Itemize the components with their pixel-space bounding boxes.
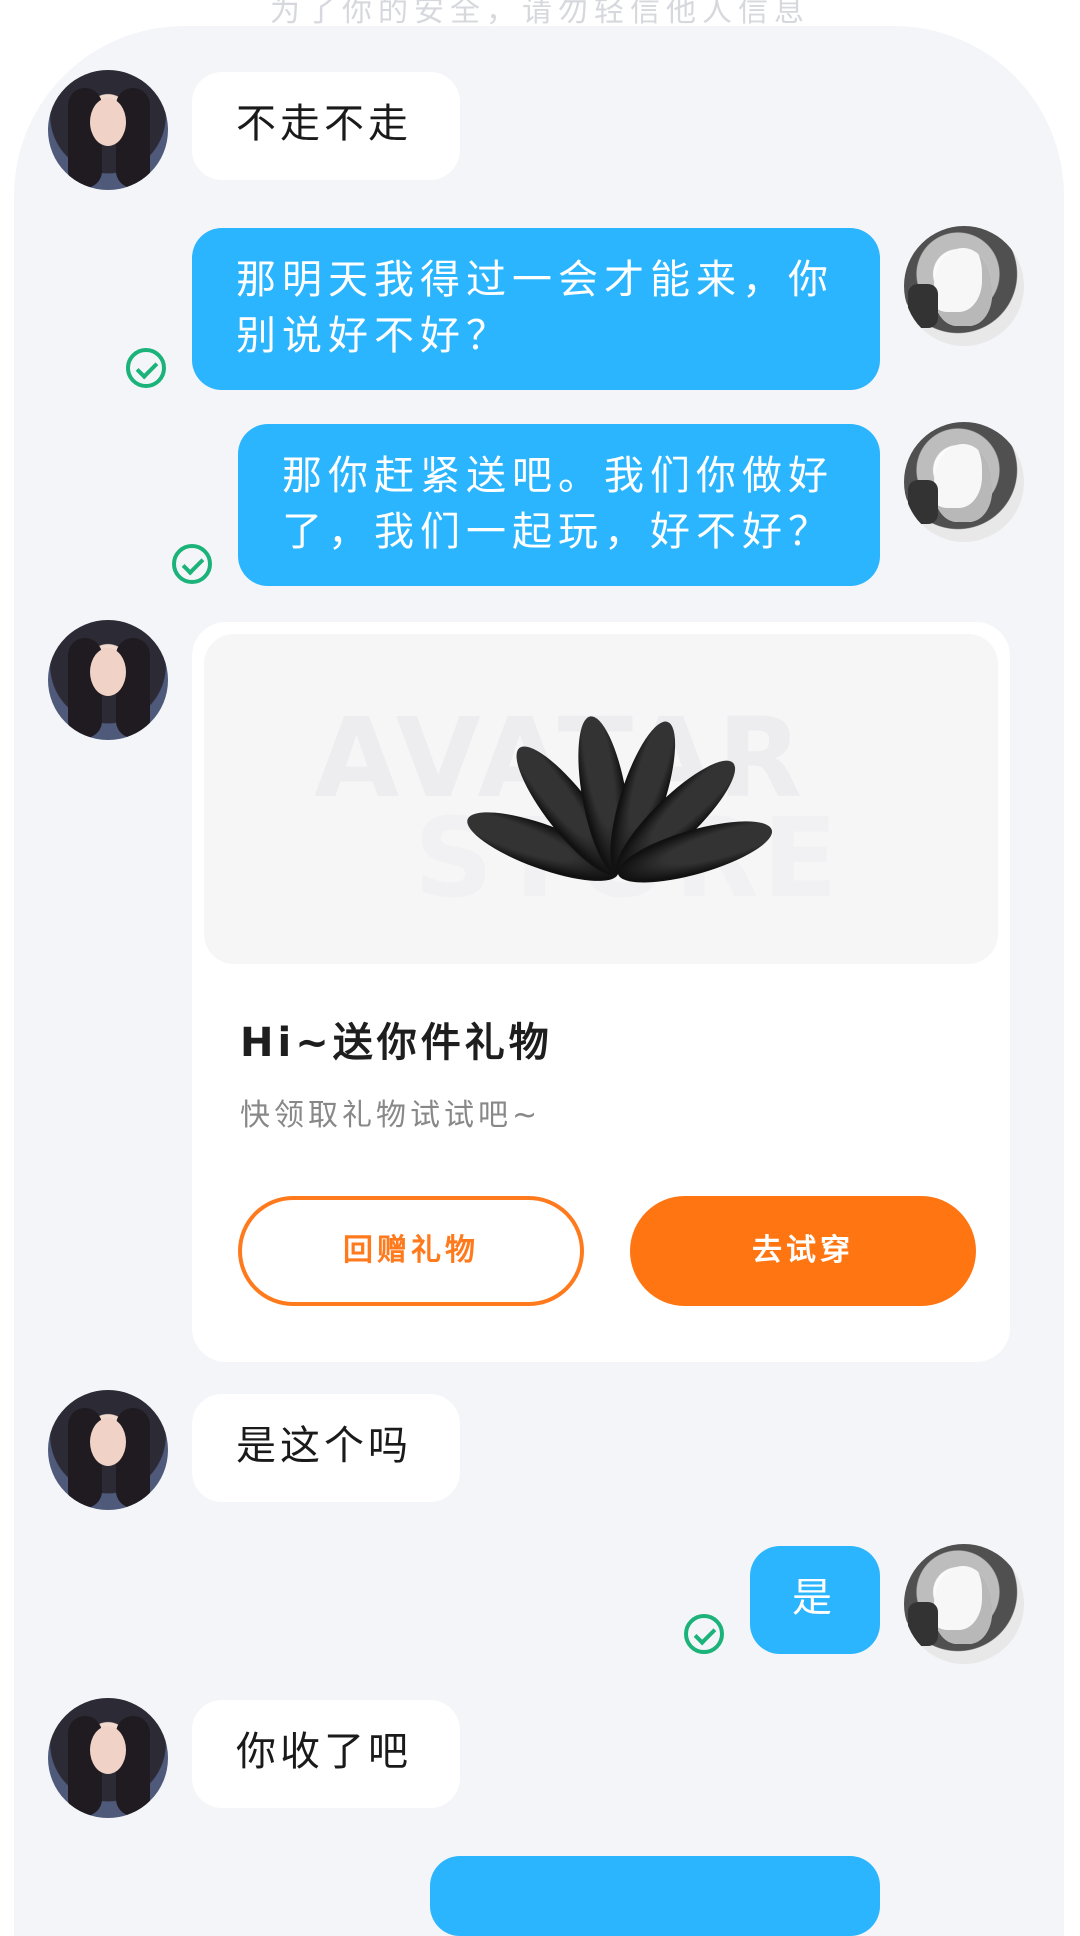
incoming-message-bubble[interactable]: 是这个吗 [192,1394,460,1502]
avatar-face [90,1418,126,1466]
avatar-shadow [908,480,938,524]
outgoing-message-bubble[interactable]: 是 [750,1546,880,1654]
hair-accessory-icon [460,704,778,904]
outgoing-message-bubble-partial[interactable] [430,1856,880,1936]
read-check-icon [684,1614,724,1654]
my-avatar[interactable] [904,1544,1024,1664]
return-gift-button[interactable]: 回赠礼物 [238,1196,584,1306]
incoming-message-bubble[interactable]: 你收了吧 [192,1700,460,1808]
avatar-figure [934,444,992,522]
avatar-figure [934,1566,992,1644]
avatar-face [90,98,126,146]
outgoing-message-bubble[interactable]: 那你赶紧送吧。我们你做好了，我们一起玩，好不好？ [238,424,880,586]
read-check-icon [126,348,166,388]
read-check-icon [172,544,212,584]
my-avatar[interactable] [904,422,1024,542]
outgoing-message-bubble[interactable]: 那明天我得过一会才能来，你别说好不好？ [192,228,880,390]
contact-avatar[interactable] [48,1698,168,1818]
contact-avatar[interactable] [48,1390,168,1510]
incoming-message-bubble[interactable]: 不走不走 [192,72,460,180]
avatar-face [90,648,126,696]
avatar-face [90,1726,126,1774]
contact-avatar[interactable] [48,70,168,190]
contact-avatar[interactable] [48,620,168,740]
gift-title: Hi~送你件礼物 [240,1020,553,1066]
gift-subtitle: 快领取礼物试试吧~ [240,1098,542,1133]
avatar-shadow [908,284,938,328]
avatar-shadow [908,1602,938,1646]
try-on-button[interactable]: 去试穿 [630,1196,976,1306]
gift-preview-image[interactable]: AVATAR STORE [204,634,998,964]
avatar-figure [934,248,992,326]
gift-card[interactable]: AVATAR STORE Hi~送你件礼物 快领取礼物试试吧~ 回赠礼物 去试穿 [192,622,1010,1362]
my-avatar[interactable] [904,226,1024,346]
